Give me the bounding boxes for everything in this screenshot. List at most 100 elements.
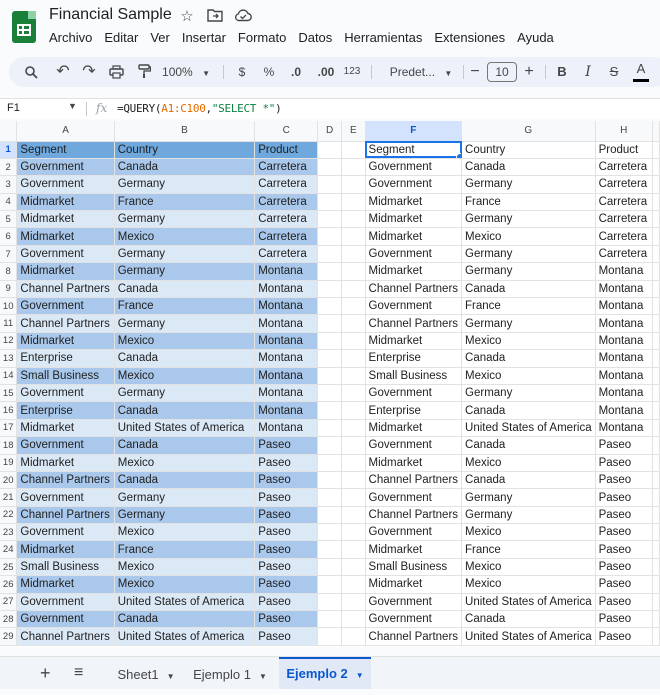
menu-archivo[interactable]: Archivo xyxy=(49,30,92,45)
row-header[interactable]: 27 xyxy=(0,593,18,612)
cell[interactable]: Product xyxy=(254,141,319,159)
chevron-down-icon[interactable]: ▼ xyxy=(68,101,77,111)
cell[interactable] xyxy=(317,436,343,455)
cell[interactable]: Product xyxy=(595,141,654,159)
cell[interactable]: Channel Partners xyxy=(365,471,463,490)
chevron-down-icon[interactable]: ▼ xyxy=(167,672,175,681)
cell[interactable]: Mexico xyxy=(114,227,256,246)
cell[interactable]: Germany xyxy=(114,262,256,281)
cell[interactable]: Paseo xyxy=(595,471,654,490)
cell[interactable]: Canada xyxy=(114,280,256,299)
cell[interactable]: Paseo xyxy=(254,488,319,507)
cell[interactable]: Government xyxy=(365,593,463,612)
sheet-tab-ejemplo-2[interactable]: Ejemplo 2 ▼ xyxy=(279,657,371,689)
increase-decimal-button[interactable]: .00 xyxy=(313,57,339,87)
cell[interactable] xyxy=(317,627,343,646)
cell[interactable]: Carretera xyxy=(595,158,654,177)
cell[interactable]: Government xyxy=(16,523,115,542)
cell[interactable]: Mexico xyxy=(461,575,596,594)
cell[interactable]: Paseo xyxy=(254,558,319,577)
cell[interactable] xyxy=(317,141,343,159)
cell[interactable]: Montana xyxy=(254,349,319,368)
strikethrough-button[interactable]: S xyxy=(605,57,623,87)
cell[interactable]: Channel Partners xyxy=(16,280,115,299)
row-header[interactable]: 3 xyxy=(0,175,18,194)
cell[interactable]: Channel Partners xyxy=(16,627,115,646)
cell[interactable]: Mexico xyxy=(114,332,256,351)
cell[interactable]: Mexico xyxy=(114,575,256,594)
fill-handle[interactable] xyxy=(456,152,461,158)
cell[interactable]: Paseo xyxy=(595,454,654,472)
menu-herramientas[interactable]: Herramientas xyxy=(344,30,422,45)
cell[interactable] xyxy=(341,245,366,264)
row-header[interactable]: 15 xyxy=(0,384,18,403)
cell[interactable] xyxy=(317,297,343,316)
cell[interactable]: Montana xyxy=(254,401,319,420)
cell[interactable]: Carretera xyxy=(595,210,654,229)
cell[interactable]: Channel Partners xyxy=(16,314,115,333)
active-cell[interactable]: Segment xyxy=(365,141,463,159)
cell[interactable]: Paseo xyxy=(254,593,319,612)
cell[interactable] xyxy=(317,575,343,594)
cell[interactable] xyxy=(341,227,366,246)
cell[interactable] xyxy=(317,280,343,299)
cell[interactable] xyxy=(341,575,366,594)
cell[interactable]: Montana xyxy=(254,314,319,333)
cell[interactable]: Mexico xyxy=(461,367,596,385)
cell[interactable] xyxy=(341,175,366,194)
cell[interactable] xyxy=(317,367,343,385)
cell[interactable]: United States of America xyxy=(461,627,596,646)
cell[interactable]: Carretera xyxy=(595,193,654,212)
row-header[interactable]: 7 xyxy=(0,245,18,264)
cell[interactable]: Paseo xyxy=(595,627,654,646)
cell[interactable]: Montana xyxy=(595,349,654,368)
cell[interactable]: Midmarket xyxy=(16,332,115,351)
cell[interactable] xyxy=(341,401,366,420)
cell[interactable] xyxy=(317,454,343,472)
cell[interactable] xyxy=(341,141,366,159)
row-header[interactable]: 6 xyxy=(0,227,18,246)
cell[interactable]: Government xyxy=(365,384,463,403)
star-icon[interactable]: ☆ xyxy=(178,8,196,26)
cell[interactable]: Government xyxy=(365,488,463,507)
menu-datos[interactable]: Datos xyxy=(298,30,332,45)
cell[interactable] xyxy=(341,471,366,490)
row-header[interactable]: 20 xyxy=(0,471,18,490)
cell[interactable] xyxy=(317,506,343,525)
cell[interactable]: Montana xyxy=(595,332,654,351)
row-header[interactable]: 13 xyxy=(0,349,18,368)
redo-icon[interactable]: ↷ xyxy=(79,57,99,87)
font-family-select[interactable]: Predet... ▼ xyxy=(381,57,461,87)
cell[interactable]: Country xyxy=(114,141,256,159)
cell[interactable] xyxy=(652,575,660,594)
cell[interactable]: Montana xyxy=(595,280,654,299)
cell[interactable]: Midmarket xyxy=(365,262,463,281)
cell[interactable]: Montana xyxy=(595,262,654,281)
cell[interactable]: Paseo xyxy=(595,523,654,542)
cell[interactable] xyxy=(317,610,343,629)
row-header[interactable]: 24 xyxy=(0,540,18,559)
cell[interactable]: Enterprise xyxy=(365,349,463,368)
cell[interactable]: Government xyxy=(365,158,463,177)
cell[interactable] xyxy=(317,523,343,542)
cell[interactable] xyxy=(341,280,366,299)
cell[interactable] xyxy=(317,488,343,507)
cell[interactable]: Germany xyxy=(114,175,256,194)
search-menus-icon[interactable] xyxy=(21,57,41,87)
cell[interactable] xyxy=(317,262,343,281)
cell[interactable]: Montana xyxy=(595,367,654,385)
cell[interactable]: Carretera xyxy=(254,245,319,264)
sheet-tab-ejemplo-1[interactable]: Ejemplo 1 ▼ xyxy=(184,657,276,689)
document-title[interactable]: Financial Sample xyxy=(49,6,172,24)
cell[interactable] xyxy=(341,297,366,316)
cell[interactable]: Government xyxy=(365,436,463,455)
cell[interactable] xyxy=(317,210,343,229)
cell[interactable] xyxy=(341,454,366,472)
cell[interactable]: Government xyxy=(365,523,463,542)
cell[interactable]: Midmarket xyxy=(365,454,463,472)
cell[interactable]: Canada xyxy=(114,436,256,455)
cell[interactable] xyxy=(652,158,660,177)
cell[interactable]: Germany xyxy=(461,384,596,403)
cell[interactable] xyxy=(341,506,366,525)
cell[interactable]: United States of America xyxy=(461,419,596,438)
